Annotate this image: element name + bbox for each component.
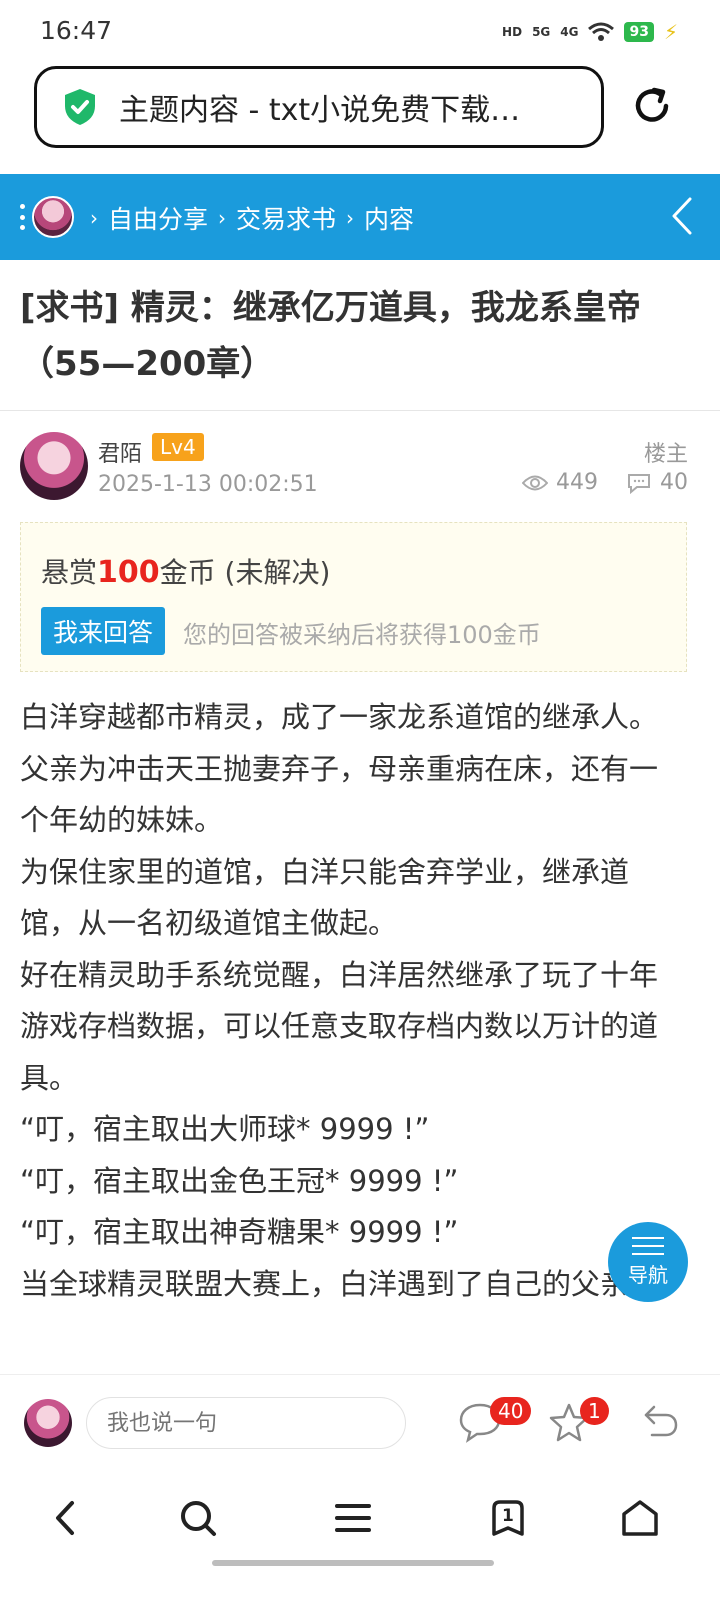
wifi-icon <box>588 22 615 41</box>
favorite-count-badge: 1 <box>580 1397 609 1425</box>
browser-bottom-nav: 1 <box>0 1478 720 1568</box>
status-icons: HD 5G 4G 93 ⚡ <box>502 20 678 44</box>
reply-count: 40 <box>660 470 688 495</box>
breadcrumb-item-content: 内容 <box>364 205 415 234</box>
4g-signal-icon: 4G <box>560 25 579 39</box>
breadcrumb-separator: › <box>90 206 98 230</box>
my-avatar[interactable] <box>24 1399 72 1447</box>
page-tab-title: 主题内容 - txt小说免费下载… <box>119 93 521 128</box>
owner-tag: 楼主 <box>643 442 688 467</box>
reward-suffix: 金币 (未解决) <box>159 556 331 589</box>
post-stats: 449 40 <box>522 470 688 495</box>
menu-dots-icon[interactable] <box>20 204 26 230</box>
hd-icon: HD <box>502 25 523 39</box>
reward-amount: 100 <box>97 555 160 590</box>
content-paragraph: 当全球精灵联盟大赛上，白洋遇到了自己的父亲 <box>20 1266 630 1301</box>
menu-icon <box>632 1236 664 1255</box>
tab-count: 1 <box>502 1506 514 1526</box>
tabs-button[interactable]: 1 <box>488 1498 528 1538</box>
eye-icon <box>522 475 548 490</box>
author-avatar[interactable] <box>20 432 88 500</box>
charging-icon: ⚡ <box>663 20 678 44</box>
floating-nav-button[interactable]: 导航 <box>608 1222 688 1302</box>
status-bar: 16:47 HD 5G 4G 93 ⚡ <box>0 0 720 60</box>
home-icon[interactable] <box>620 1498 660 1538</box>
search-icon[interactable] <box>178 1498 218 1538</box>
breadcrumb-header: › 自由分享 › 交易求书 › 内容 <box>0 174 720 260</box>
reward-prefix: 悬赏 <box>41 556 98 589</box>
answer-button[interactable]: 我来回答 <box>41 607 166 655</box>
back-icon[interactable] <box>52 1498 78 1538</box>
divider <box>0 410 720 411</box>
share-back-icon[interactable] <box>640 1401 680 1441</box>
menu-icon[interactable] <box>334 1498 372 1538</box>
breadcrumb-separator: › <box>218 206 227 230</box>
reward-box: 悬赏100金币 (未解决) 我来回答 您的回答被采纳后将获得100金币 <box>20 522 687 672</box>
user-avatar[interactable] <box>32 196 74 238</box>
post-content: 白洋穿越都市精灵，成了一家龙系道馆的继承人。 父亲为冲击天王抛妻弃子，母亲重病在… <box>20 692 670 1372</box>
level-badge: Lv4 <box>152 433 204 461</box>
breadcrumb-item-book-request[interactable]: 交易求书 <box>236 200 336 236</box>
content-paragraph: 为保住家里的道馆，白洋只能舍弃学业，继承道馆，从一名初级道馆主做起。 <box>20 854 630 941</box>
comment-count-badge: 40 <box>490 1397 532 1425</box>
breadcrumb-separator: › <box>346 206 355 230</box>
breadcrumb: › 自由分享 › 交易求书 › 内容 <box>80 200 414 236</box>
content-paragraph: 白洋穿越都市精灵，成了一家龙系道馆的继承人。 <box>20 700 659 734</box>
comment-icon <box>628 473 650 494</box>
reload-icon[interactable] <box>630 84 674 128</box>
view-count: 449 <box>556 470 598 495</box>
reward-line: 悬赏100金币 (未解决) <box>41 551 330 591</box>
content-paragraph: “叮，宿主取出大师球* 9999 !” <box>20 1112 430 1146</box>
reward-hint: 您的回答被采纳后将获得100金币 <box>183 621 541 649</box>
floating-nav-label: 导航 <box>628 1262 668 1287</box>
post-title: [求书] 精灵：继承亿万道具，我龙系皇帝（55—200章） <box>20 288 641 384</box>
back-chevron-icon[interactable] <box>670 196 694 236</box>
breadcrumb-item-free-share[interactable]: 自由分享 <box>108 200 208 236</box>
reply-bar: 40 1 <box>0 1374 720 1470</box>
5g-signal-icon: 5G <box>532 25 551 39</box>
content-paragraph: 好在精灵助手系统觉醒，白洋居然继承了玩了十年游戏存档数据，可以任意支取存档内数以… <box>20 957 659 1095</box>
status-time: 16:47 <box>40 16 113 45</box>
home-indicator[interactable] <box>212 1560 494 1566</box>
content-paragraph: 父亲为冲击天王抛妻弃子，母亲重病在床，还有一个年幼的妹妹。 <box>20 751 659 838</box>
author-name[interactable]: 君陌 <box>98 436 142 468</box>
secure-shield-icon <box>65 89 95 125</box>
address-bar[interactable]: 主题内容 - txt小说免费下载… <box>34 66 604 148</box>
battery-icon: 93 <box>624 22 654 42</box>
content-paragraph: “叮，宿主取出金色王冠* 9999 !” <box>20 1163 459 1198</box>
post-timestamp: 2025-1-13 00:02:51 <box>98 472 318 497</box>
content-paragraph: “叮，宿主取出神奇糖果* 9999 !” <box>20 1215 459 1249</box>
reply-input[interactable] <box>86 1397 406 1449</box>
